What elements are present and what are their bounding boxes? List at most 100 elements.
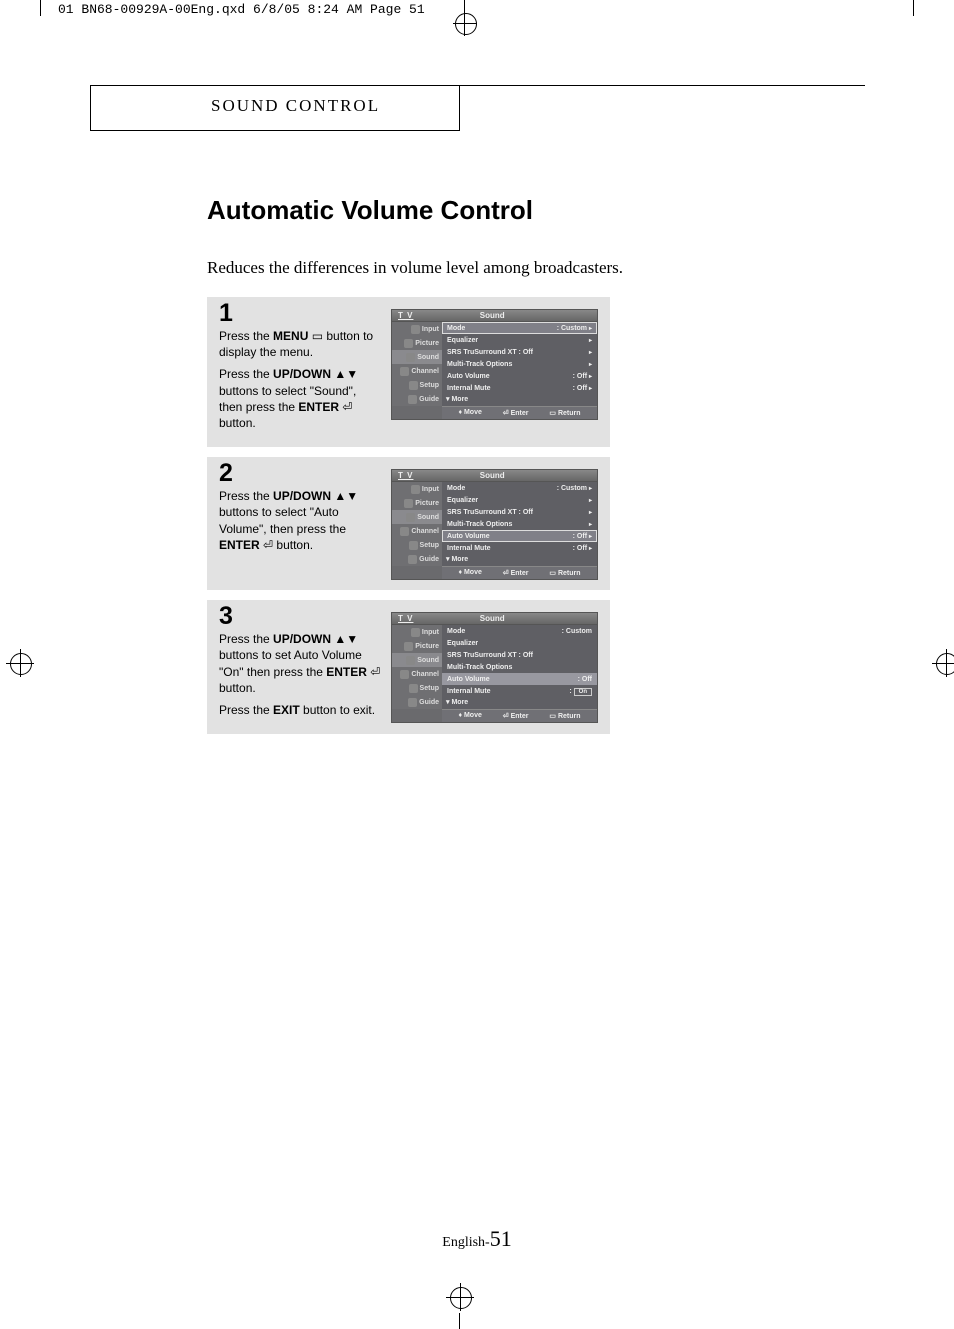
tv-sidebar-item[interactable]: Guide — [392, 392, 442, 406]
sidebar-icon — [400, 670, 409, 679]
crop-line — [913, 0, 914, 16]
tv-more[interactable]: ▾ More — [442, 697, 597, 707]
chevron-right-icon: ▸ — [589, 326, 592, 332]
tv-menu-row[interactable]: Multi-Track Options — [442, 661, 597, 673]
row-label: Internal Mute — [447, 385, 491, 392]
tv-footer-hint: ⏎ Enter — [503, 409, 529, 417]
tv-menu-row[interactable]: Internal Mute: Off ▸ — [442, 542, 597, 554]
step-number: 1 — [219, 301, 381, 326]
row-label: Internal Mute — [447, 545, 491, 552]
row-value: : Custom ▸ — [557, 485, 592, 492]
step-instructions: Press the MENU ▭ button to display the m… — [219, 328, 381, 431]
row-label: Mode — [447, 628, 465, 635]
row-label: Equalizer — [447, 497, 478, 504]
section-title-box: SOUND CONTROL — [90, 85, 460, 131]
tv-menu-title: Sound — [480, 471, 505, 480]
tv-footer: ♦ Move ⏎ Enter ▭ Return — [442, 566, 597, 579]
row-label: Mode — [447, 325, 465, 332]
tv-content: Mode: Custom ▸Equalizer ▸SRS TruSurround… — [442, 482, 597, 566]
sidebar-icon — [404, 499, 413, 508]
tv-sidebar-item[interactable]: Guide — [392, 552, 442, 566]
tv-menu-row[interactable]: Equalizer ▸ — [442, 494, 597, 506]
tv-more[interactable]: ▾ More — [442, 554, 597, 564]
tv-menu-row[interactable]: Auto Volume: Off — [442, 673, 597, 685]
tv-sidebar-item[interactable]: Setup — [392, 378, 442, 392]
tv-sidebar: InputPictureSoundChannelSetupGuide — [392, 322, 442, 406]
tv-menu-row[interactable]: Mode: Custom ▸ — [442, 482, 597, 494]
sidebar-icon — [400, 527, 409, 536]
chevron-right-icon: ▸ — [589, 546, 592, 552]
tv-label: T V — [398, 311, 413, 320]
crop-mark-top — [445, 0, 485, 28]
tv-sidebar-item[interactable]: Picture — [392, 496, 442, 510]
sidebar-icon — [411, 325, 420, 334]
row-value: ▸ — [589, 337, 592, 344]
tv-header: T VSound — [392, 470, 597, 482]
sidebar-icon — [406, 353, 415, 362]
tv-menu-row[interactable]: SRS TruSurround XT : Off ▸ — [442, 506, 597, 518]
section-title: SOUND CONTROL — [211, 96, 380, 115]
step-instructions: Press the UP/DOWN ▲▼ buttons to select "… — [219, 488, 381, 553]
tv-sidebar-item[interactable]: Picture — [392, 336, 442, 350]
tv-sidebar-item[interactable]: Input — [392, 482, 442, 496]
row-label: Auto Volume — [447, 676, 490, 683]
tv-sidebar-item[interactable]: Channel — [392, 524, 442, 538]
tv-content: Mode: CustomEqualizer SRS TruSurround XT … — [442, 625, 597, 709]
row-label: Internal Mute — [447, 688, 491, 695]
tv-footer-hint: ⏎ Enter — [503, 569, 529, 577]
tv-footer-hint: ▭ Return — [549, 569, 580, 577]
sidebar-icon — [411, 628, 420, 637]
tv-menu-title: Sound — [480, 311, 505, 320]
step-number: 2 — [219, 461, 381, 486]
row-value: : Custom ▸ — [557, 325, 592, 332]
row-value: : Off ▸ — [573, 533, 592, 540]
tv-menu-row[interactable]: SRS TruSurround XT : Off ▸ — [442, 346, 597, 358]
tv-menu-row[interactable]: Equalizer — [442, 637, 597, 649]
tv-footer-hint: ♦ Move — [458, 712, 481, 720]
tv-menu-row[interactable]: Internal Mute: Off ▸ — [442, 382, 597, 394]
tv-menu-panel: T VSoundInputPictureSoundChannelSetupGui… — [391, 309, 598, 420]
row-label: SRS TruSurround XT : Off — [447, 509, 533, 516]
tv-menu-row[interactable]: Internal Mute: On — [442, 685, 597, 697]
tv-sidebar-item[interactable]: Setup — [392, 538, 442, 552]
tv-menu-title: Sound — [480, 614, 505, 623]
tv-menu-row[interactable]: Equalizer ▸ — [442, 334, 597, 346]
crop-line — [40, 0, 41, 16]
tv-sidebar-item[interactable]: Sound — [392, 510, 442, 524]
row-label: SRS TruSurround XT : Off — [447, 349, 533, 356]
step-number: 3 — [219, 604, 381, 629]
tv-sidebar-item[interactable]: Setup — [392, 681, 442, 695]
tv-menu-row[interactable]: Auto Volume: Off ▸ — [442, 370, 597, 382]
tv-sidebar-item[interactable]: Sound — [392, 350, 442, 364]
page-title: Automatic Volume Control — [207, 195, 533, 226]
tv-label: T V — [398, 614, 413, 623]
tv-sidebar-item[interactable]: Input — [392, 625, 442, 639]
tv-footer-hint: ♦ Move — [458, 569, 481, 577]
tv-sidebar-item[interactable]: Channel — [392, 364, 442, 378]
row-label: SRS TruSurround XT : Off — [447, 652, 533, 659]
steps-container: 1Press the MENU ▭ button to display the … — [207, 297, 610, 744]
sidebar-icon — [409, 541, 418, 550]
tv-sidebar-item[interactable]: Input — [392, 322, 442, 336]
page-number-prefix: English- — [442, 1235, 489, 1250]
chevron-right-icon: ▸ — [589, 362, 592, 368]
tv-menu-row[interactable]: SRS TruSurround XT : Off — [442, 649, 597, 661]
tv-menu-row[interactable]: Mode: Custom — [442, 625, 597, 637]
row-value: ▸ — [589, 509, 592, 516]
tv-sidebar-item[interactable]: Sound — [392, 653, 442, 667]
row-label: Auto Volume — [447, 533, 490, 540]
tv-sidebar-item[interactable]: Guide — [392, 695, 442, 709]
tv-sidebar-item[interactable]: Channel — [392, 667, 442, 681]
tv-sidebar: InputPictureSoundChannelSetupGuide — [392, 625, 442, 709]
tv-menu-row[interactable]: Mode : Custom ▸ — [442, 322, 597, 334]
row-value: ▸ — [589, 361, 592, 368]
tv-menu-row[interactable]: Multi-Track Options ▸ — [442, 358, 597, 370]
intro-text: Reduces the differences in volume level … — [207, 258, 623, 278]
tv-sidebar-item[interactable]: Picture — [392, 639, 442, 653]
crop-line — [459, 1313, 460, 1329]
tv-footer-hint: ▭ Return — [549, 409, 580, 417]
tv-menu-row[interactable]: Auto Volume : Off ▸ — [442, 530, 597, 542]
tv-menu-row[interactable]: Multi-Track Options ▸ — [442, 518, 597, 530]
sidebar-icon — [400, 367, 409, 376]
tv-more[interactable]: ▾ More — [442, 394, 597, 404]
